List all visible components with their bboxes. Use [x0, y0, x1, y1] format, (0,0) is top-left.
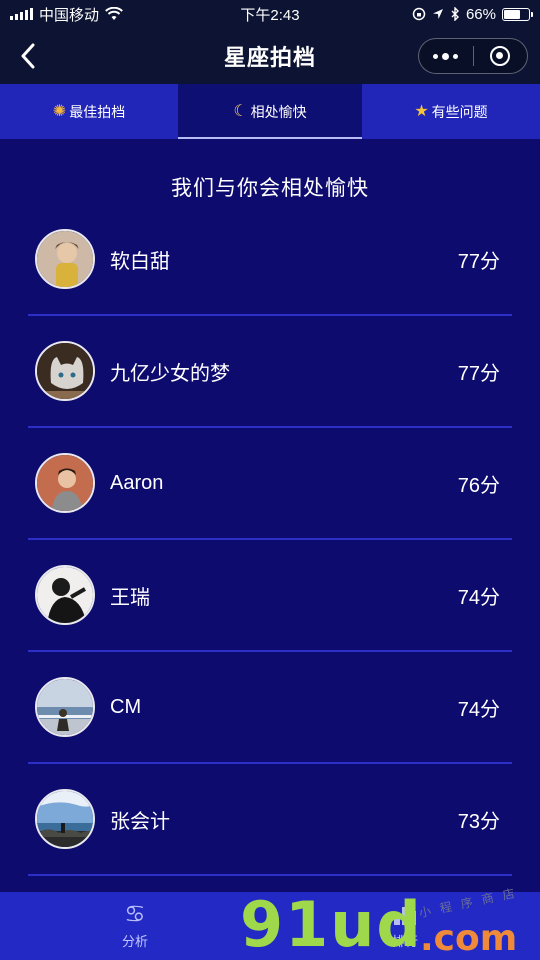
bottom-tab-bar: ♋ 分析 排行	[0, 892, 540, 960]
avatar	[35, 677, 95, 737]
wifi-icon	[105, 7, 123, 20]
close-mini-program-button[interactable]	[474, 39, 528, 73]
user-name: 王瑞	[110, 586, 150, 609]
lock-rotation-icon	[412, 7, 426, 21]
user-score: 74分	[457, 698, 500, 721]
user-name: Aaron	[110, 471, 164, 494]
bluetooth-icon	[451, 7, 459, 21]
tab-label: 有些问题	[431, 103, 488, 120]
more-dots-icon	[433, 52, 459, 60]
location-icon	[432, 9, 443, 19]
star-icon: ★	[414, 102, 429, 120]
user-name: 张会计	[110, 810, 170, 833]
avatar	[35, 341, 95, 401]
user-score: 77分	[457, 250, 500, 273]
tab-get-along[interactable]: ☾ 相处愉快	[178, 84, 362, 139]
list-item[interactable]: CM 74分	[28, 652, 512, 764]
list-item[interactable]: 王瑞 74分	[28, 540, 512, 652]
signal-icon	[10, 8, 33, 20]
bottom-tab-analysis[interactable]: ♋ 分析	[0, 892, 270, 960]
bottom-tab-label: 排行	[391, 933, 418, 949]
bottom-tab-ranking[interactable]: 排行	[270, 892, 540, 960]
tab-best-partner[interactable]: ✺ 最佳拍档	[0, 84, 178, 139]
status-bar: 中国移动 下午2:43 66%	[0, 0, 540, 28]
user-score: 77分	[457, 362, 500, 385]
back-button[interactable]	[10, 38, 46, 74]
list-item[interactable]: Aaron 76分	[28, 428, 512, 540]
avatar	[35, 229, 95, 289]
tab-bar: ✺ 最佳拍档 ☾ 相处愉快 ★ 有些问题	[0, 84, 540, 139]
battery-icon	[502, 7, 533, 21]
bottom-tab-label: 分析	[121, 933, 148, 949]
cancer-zodiac-icon: ♋	[124, 900, 146, 928]
battery-percent: 66%	[465, 5, 496, 23]
tab-some-issues[interactable]: ★ 有些问题	[362, 84, 540, 139]
nav-bar: 星座拍档	[0, 28, 540, 84]
target-icon	[490, 46, 511, 66]
list-item[interactable]: 九亿少女的梦 77分	[28, 316, 512, 428]
user-score: 76分	[457, 474, 500, 497]
user-score: 74分	[457, 586, 500, 609]
user-name: 九亿少女的梦	[110, 362, 230, 385]
moon-icon: ☾	[233, 102, 248, 120]
status-right: 66%	[350, 5, 533, 23]
user-name: 软白甜	[110, 250, 170, 273]
list-item[interactable]: 软白甜 77分	[28, 204, 512, 316]
avatar	[35, 453, 95, 513]
ranking-icon	[394, 906, 416, 925]
user-score: 73分	[457, 810, 500, 833]
user-list: 软白甜 77分 九亿少女的梦 77分 Aaron 76分 王瑞 74分 CM 7…	[28, 204, 512, 876]
status-left: 中国移动	[10, 4, 190, 25]
list-item[interactable]: 张会计 73分	[28, 764, 512, 876]
battery-fill	[504, 9, 520, 19]
status-time: 下午2:43	[240, 6, 300, 24]
chevron-left-icon	[21, 43, 35, 69]
tab-label: 相处愉快	[250, 103, 307, 120]
user-name: CM	[110, 695, 142, 718]
sun-icon: ✺	[52, 102, 67, 120]
avatar	[35, 789, 95, 849]
avatar	[35, 565, 95, 625]
tab-label: 最佳拍档	[69, 103, 126, 120]
section-title: 我们与你会相处愉快	[171, 177, 369, 200]
page-title: 星座拍档	[223, 45, 316, 70]
carrier-label: 中国移动	[39, 6, 100, 24]
mini-program-capsule	[418, 38, 528, 74]
more-button[interactable]	[419, 39, 473, 73]
